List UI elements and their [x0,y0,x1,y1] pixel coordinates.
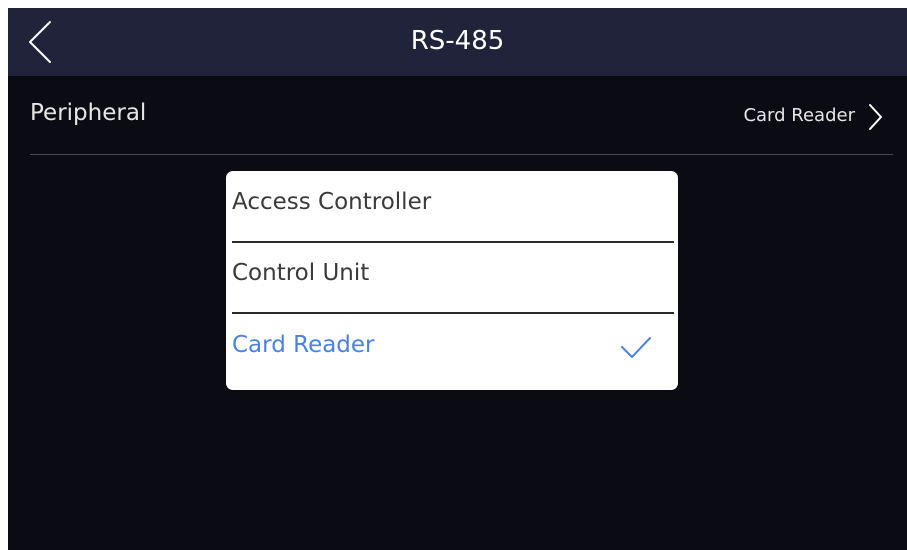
option-access-controller[interactable]: Access Controller [232,171,674,243]
page-title: RS-485 [410,26,505,56]
option-card-reader[interactable]: Card Reader [232,314,674,384]
checkmark-icon [620,334,652,362]
chevron-right-icon [865,102,885,132]
chevron-left-icon [20,18,60,66]
peripheral-value: Card Reader [743,105,855,126]
peripheral-options-dialog: Access Controller Control Unit Card Read… [226,171,678,390]
back-button[interactable] [20,18,60,66]
peripheral-row[interactable]: Peripheral Card Reader [30,78,893,155]
screen: RS-485 Peripheral Card Reader Access Con… [8,8,907,550]
option-label: Card Reader [232,332,375,358]
option-label: Control Unit [232,260,370,286]
option-control-unit[interactable]: Control Unit [232,242,674,314]
peripheral-label: Peripheral [30,100,147,126]
header-bar: RS-485 [8,8,907,76]
option-label: Access Controller [232,189,432,215]
